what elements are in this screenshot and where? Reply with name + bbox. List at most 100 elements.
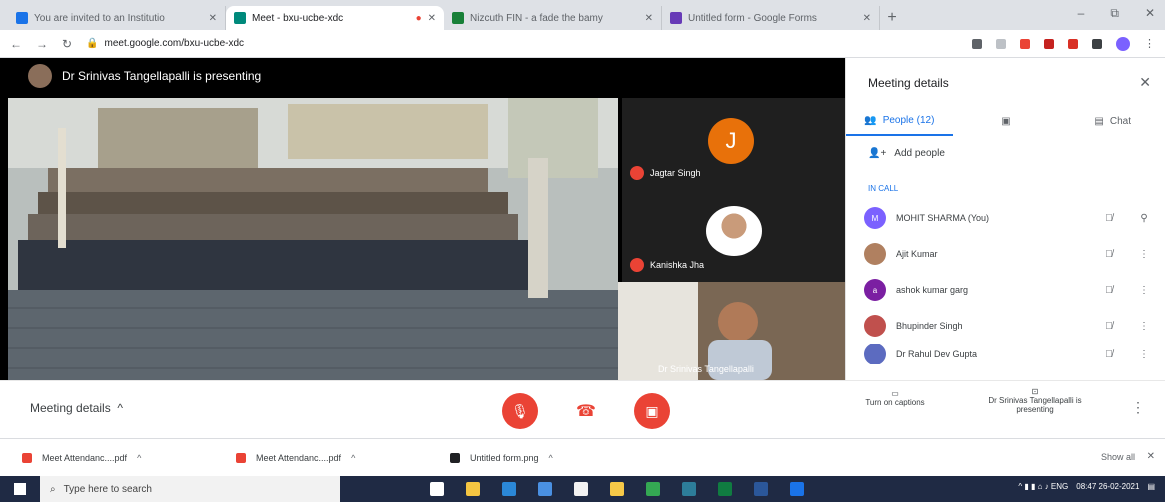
add-people-label: Add people <box>894 148 945 159</box>
list-item[interactable]: a ashok kumar garg 🎙̸ ⋮ <box>864 272 1154 308</box>
chrome-icon[interactable] <box>646 482 660 496</box>
dropbox-icon[interactable] <box>538 482 552 496</box>
meeting-details-button[interactable]: Meeting details ^ <box>30 401 123 415</box>
participant-tile: Kanishka Jha <box>622 190 845 282</box>
presenting-label: Dr Srinivas Tangellapalli is presenting <box>988 396 1082 414</box>
download-item[interactable]: Meet Attendanc....pdf ^ <box>22 452 212 463</box>
downloads-bar: Meet Attendanc....pdf ^ Meet Attendanc..… <box>0 438 1165 476</box>
download-item[interactable]: Meet Attendanc....pdf ^ <box>236 452 426 463</box>
panel-tabs: 👥 People (12) ▣ ▤ Chat <box>846 106 1165 136</box>
browser-tab[interactable]: Untitled form - Google Forms ✕ <box>662 6 880 30</box>
forward-icon[interactable]: → <box>36 37 48 51</box>
tab-close-icon[interactable]: ✕ <box>428 13 436 24</box>
app-icon[interactable] <box>754 482 768 496</box>
edge-icon[interactable] <box>502 482 516 496</box>
camera-toggle-button[interactable]: ▣ <box>634 393 670 429</box>
more-options-icon[interactable]: ⋮ <box>1134 321 1154 332</box>
menu-kebab-icon[interactable]: ⋮ <box>1144 37 1155 50</box>
list-item[interactable]: M MOHIT SHARMA (You) 🎙̸ ⚲ <box>864 200 1154 236</box>
photos-icon[interactable] <box>682 482 696 496</box>
extension-icon[interactable] <box>1044 38 1054 49</box>
avatar <box>864 315 886 337</box>
minimize-icon[interactable]: – <box>1078 6 1085 21</box>
reload-icon[interactable]: ↻ <box>62 37 72 51</box>
clock[interactable]: 08:47 26-02-2021 <box>1076 482 1139 491</box>
more-options-icon[interactable]: ⋮ <box>1131 399 1145 416</box>
add-people-button[interactable]: 👤+ Add people <box>868 148 945 159</box>
tab-close-icon[interactable]: ✕ <box>645 13 653 24</box>
participant-list: M MOHIT SHARMA (You) 🎙̸ ⚲ Ajit Kumar 🎙̸ … <box>864 200 1154 364</box>
browser-tab-active[interactable]: Meet - bxu-ucbe-xdc ● ✕ <box>226 6 444 30</box>
participant-name: Ajit Kumar <box>896 249 938 259</box>
camera-off-icon: ▣ <box>645 402 659 419</box>
url-field[interactable]: 🔒 meet.google.com/bxu-ucbe-xdc <box>86 38 958 49</box>
more-options-icon[interactable]: ⋮ <box>1134 349 1154 360</box>
meet-favicon-icon <box>234 12 246 24</box>
taskbar-search[interactable]: ⌕ Type here to search <box>40 476 340 502</box>
app-icon[interactable] <box>790 482 804 496</box>
app-icon[interactable] <box>718 482 732 496</box>
show-all-button[interactable]: Show all <box>1101 452 1135 462</box>
star-icon[interactable] <box>996 38 1006 49</box>
list-item[interactable]: Bhupinder Singh 🎙̸ ⋮ <box>864 308 1154 344</box>
browser-tab-bar: You are invited to an Institutio ✕ Meet … <box>0 0 1165 30</box>
browser-tab[interactable]: Nizcuth FIN - a fade the bamy ✕ <box>444 6 662 30</box>
meeting-controls: Meeting details ^ 🎙 ☎ ▣ ▭ Turn on captio… <box>0 380 1165 438</box>
start-button[interactable] <box>0 476 40 502</box>
taskbar: ⌕ Type here to search ^ ▮ ▮ ⌂ ♪ ENG 08:4… <box>0 476 1165 502</box>
leave-call-button[interactable]: ☎ <box>568 393 604 429</box>
search-icon: ⌕ <box>50 483 56 495</box>
system-tray: ^ ▮ ▮ ⌂ ♪ ENG 08:47 26-02-2021 ▤ <box>1018 482 1155 491</box>
extension-icon[interactable] <box>1068 38 1078 49</box>
tab-chat[interactable]: ▤ Chat <box>1059 106 1165 136</box>
close-window-icon[interactable]: ✕ <box>1145 6 1155 21</box>
tab-label: You are invited to an Institutio <box>34 12 165 24</box>
task-view-icon[interactable] <box>430 482 444 496</box>
tab-info[interactable]: ▣ <box>953 106 1060 136</box>
close-icon[interactable]: ✕ <box>1147 451 1155 462</box>
presentation-video <box>8 98 618 380</box>
camera-icon[interactable] <box>972 38 982 49</box>
download-label: Untitled form.png <box>470 452 539 463</box>
participant-name: Jagtar Singh <box>650 168 701 178</box>
download-item[interactable]: Untitled form.png ^ <box>450 452 640 463</box>
file-explorer-icon[interactable] <box>466 482 480 496</box>
forms-favicon-icon <box>670 12 682 24</box>
meeting-details-panel: Meeting details ✕ 👥 People (12) ▣ ▤ Chat… <box>845 58 1165 380</box>
more-options-icon[interactable]: ⋮ <box>1134 285 1154 296</box>
self-name-label: Dr Srinivas Tangellapalli <box>658 364 754 374</box>
notes-icon[interactable] <box>610 482 624 496</box>
tab-close-icon[interactable]: ✕ <box>863 13 871 24</box>
presenting-button[interactable]: ⊡ Dr Srinivas Tangellapalli is presentin… <box>980 387 1090 414</box>
extension-icon[interactable] <box>1020 38 1030 49</box>
notification-icon[interactable]: ▤ <box>1147 482 1155 491</box>
captions-button[interactable]: ▭ Turn on captions <box>855 389 935 407</box>
chevron-up-icon[interactable]: ^ <box>549 453 553 463</box>
pin-icon[interactable]: ⚲ <box>1134 213 1154 224</box>
restore-icon[interactable]: ⧉ <box>1110 6 1119 21</box>
presentation-scene <box>8 98 618 380</box>
list-item[interactable]: Ajit Kumar 🎙̸ ⋮ <box>864 236 1154 272</box>
muted-mic-icon <box>630 258 644 272</box>
more-options-icon[interactable]: ⋮ <box>1134 249 1154 260</box>
new-tab-button[interactable]: + <box>880 6 904 30</box>
extension-icon[interactable] <box>1092 38 1102 49</box>
mic-off-icon: 🎙̸ <box>1105 284 1113 296</box>
taskbar-apps <box>430 482 804 496</box>
mic-toggle-button[interactable]: 🎙 <box>502 393 538 429</box>
tab-people[interactable]: 👥 People (12) <box>846 106 953 136</box>
mic-off-icon: 🎙̸ <box>1105 212 1113 224</box>
dollar-icon[interactable] <box>574 482 588 496</box>
back-icon[interactable]: ← <box>10 37 22 51</box>
close-icon[interactable]: ✕ <box>1139 74 1151 91</box>
participant-tile: J Jagtar Singh <box>622 98 845 190</box>
browser-tab[interactable]: You are invited to an Institutio ✕ <box>8 6 226 30</box>
image-file-icon <box>450 452 460 463</box>
list-item[interactable]: Dr Rahul Dev Gupta 🎙̸ ⋮ <box>864 344 1154 364</box>
tab-close-icon[interactable]: ✕ <box>209 13 217 24</box>
tray-icons: ^ ▮ ▮ ⌂ ♪ ENG <box>1018 482 1069 491</box>
chevron-up-icon[interactable]: ^ <box>351 453 355 463</box>
chevron-up-icon[interactable]: ^ <box>137 453 141 463</box>
profile-avatar[interactable] <box>1116 36 1130 51</box>
participant-name: MOHIT SHARMA (You) <box>896 213 990 223</box>
